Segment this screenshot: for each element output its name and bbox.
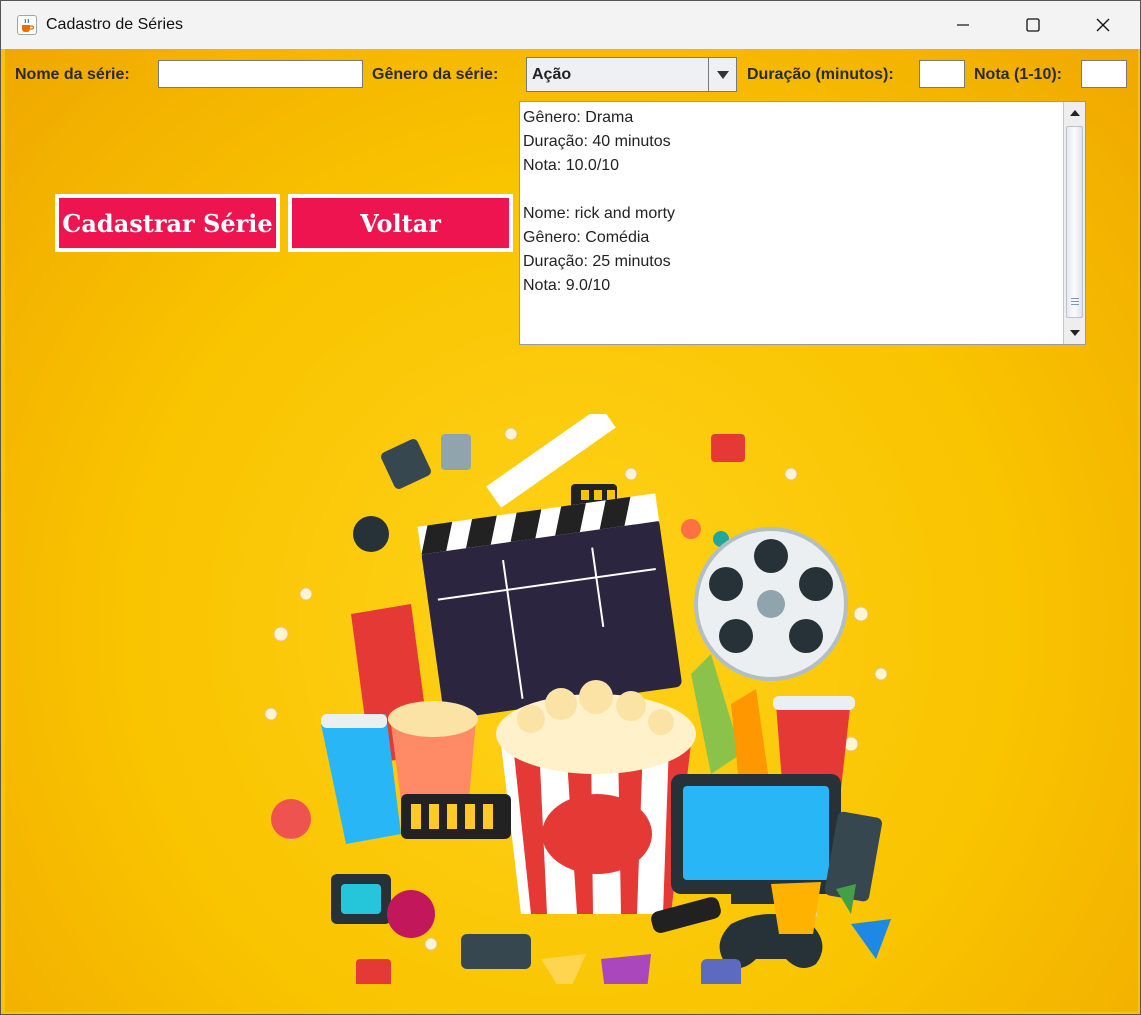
output-line: Duração: 40 minutos (523, 133, 671, 150)
scroll-thumb[interactable] (1066, 126, 1083, 318)
content-panel: Nome da série: Gênero da série: Ação Dur… (5, 49, 1138, 1012)
output-line: Nota: 9.0/10 (523, 277, 611, 294)
chevron-down-icon (716, 70, 729, 79)
voltar-button[interactable]: Voltar (288, 194, 513, 252)
scroll-down-button[interactable] (1064, 322, 1085, 344)
nome-label: Nome da série: (15, 66, 130, 83)
arrow-up-icon (1069, 110, 1080, 116)
minimize-icon (957, 24, 969, 26)
window-title: Cadastro de Séries (46, 16, 183, 33)
maximize-icon (1026, 18, 1040, 32)
output-line: Gênero: Comédia (523, 229, 650, 246)
maximize-button[interactable] (998, 1, 1068, 49)
series-list-textarea[interactable]: Gênero: Drama Duração: 40 minutos Nota: … (519, 101, 1086, 345)
title-bar[interactable]: Cadastro de Séries (1, 1, 1140, 49)
scroll-up-button[interactable] (1064, 102, 1085, 124)
close-button[interactable] (1068, 1, 1138, 49)
output-line: Nome: rick and morty (523, 205, 676, 222)
app-window: Cadastro de Séries Nome da série: Gênero… (0, 0, 1141, 1015)
output-line: Gênero: Drama (523, 109, 634, 126)
vertical-scrollbar[interactable] (1063, 102, 1085, 344)
genero-label: Gênero da série: (372, 66, 499, 83)
duracao-label: Duração (minutos): (747, 66, 894, 83)
genero-select[interactable]: Ação (526, 57, 737, 92)
series-list-content: Gênero: Drama Duração: 40 minutos Nota: … (523, 106, 675, 298)
nota-label: Nota (1-10): (974, 66, 1063, 83)
genero-selected-value: Ação (532, 66, 572, 83)
cadastrar-serie-button[interactable]: Cadastrar Série (55, 194, 280, 252)
arrow-down-icon (1069, 330, 1080, 336)
nome-input[interactable] (158, 60, 363, 88)
grip-line (1071, 298, 1079, 299)
duracao-input[interactable] (919, 60, 965, 88)
output-line: Nota: 10.0/10 (523, 157, 620, 174)
java-coffee-icon (17, 15, 37, 35)
nota-input[interactable] (1081, 60, 1127, 88)
entertainment-illustration (264, 414, 891, 984)
output-line: Duração: 25 minutos (523, 253, 671, 270)
close-icon (1096, 18, 1110, 32)
grip-line (1071, 304, 1079, 305)
minimize-button[interactable] (928, 1, 998, 49)
grip-line (1071, 301, 1079, 302)
genero-dropdown-button[interactable] (708, 58, 736, 91)
